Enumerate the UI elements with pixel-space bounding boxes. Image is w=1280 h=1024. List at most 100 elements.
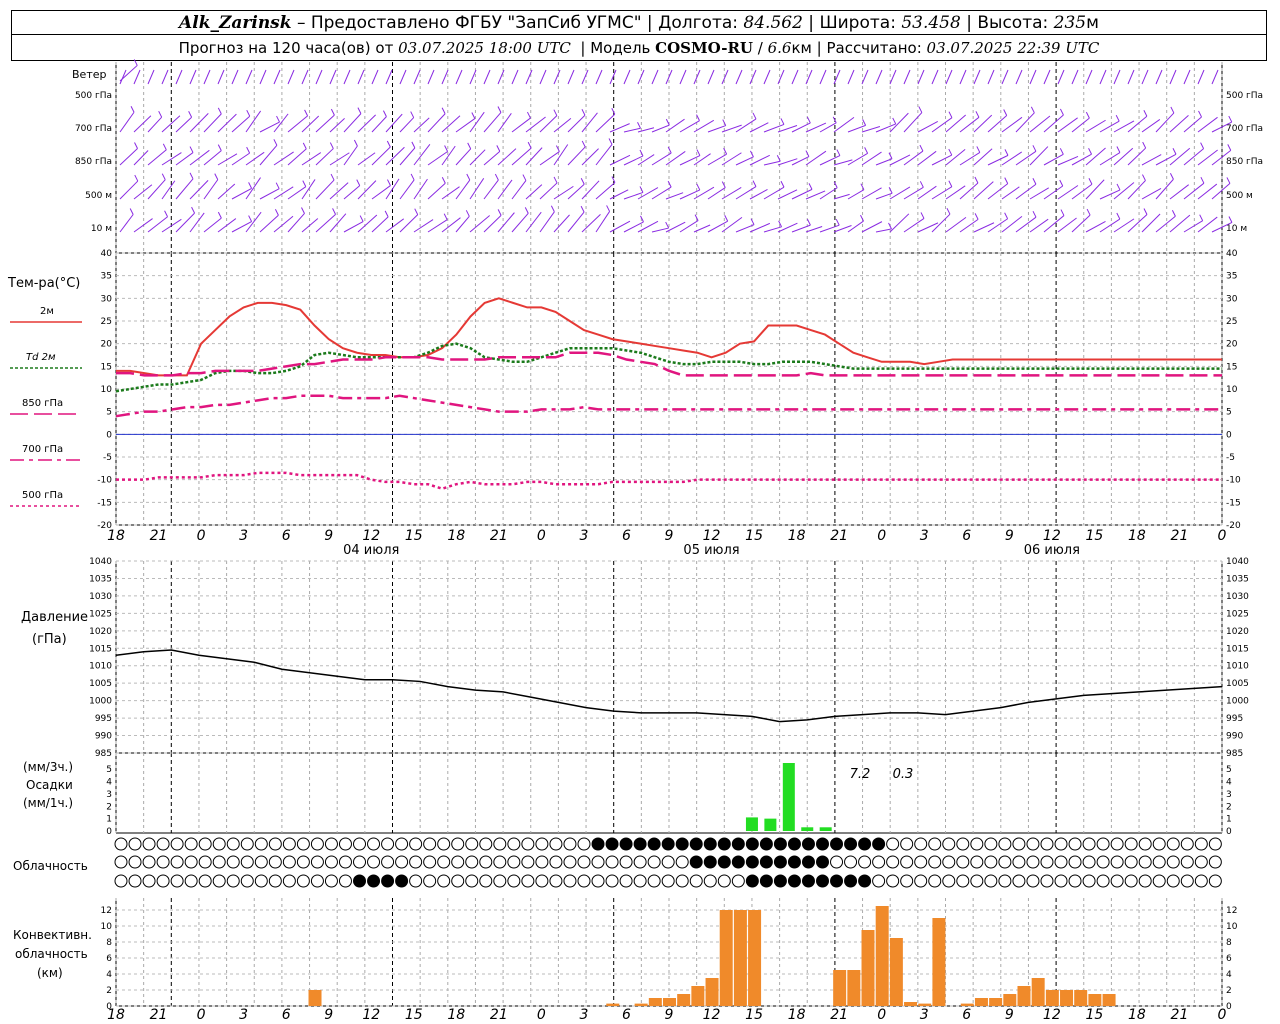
- wind-barb: [623, 69, 631, 85]
- cloud-cover-symbol: [1194, 855, 1208, 869]
- cloud-cover-symbol: [605, 837, 619, 851]
- wind-barb: [567, 183, 585, 200]
- wind-barb: [707, 69, 715, 85]
- wind-barb: [483, 112, 502, 133]
- wind-barb-flag: [526, 111, 531, 119]
- wind-level-label-right: 10 м: [1226, 224, 1247, 234]
- cloud-cover-symbol: [198, 855, 212, 869]
- wind-barb: [385, 69, 393, 85]
- wind-barb: [259, 69, 267, 85]
- conv-bar: [847, 970, 861, 1006]
- wind-barb: [357, 114, 376, 133]
- time-label: 18: [788, 528, 806, 544]
- wind-barb-flag: [274, 209, 279, 216]
- wind-barb: [987, 69, 995, 85]
- cloud-cover-symbol: [268, 855, 282, 869]
- wind-barb-flag: [382, 110, 387, 117]
- conv-bar: [1060, 990, 1074, 1006]
- wind-barb: [399, 147, 416, 166]
- cloud-cover-symbol: [128, 855, 142, 869]
- time-label: 18: [447, 528, 465, 544]
- time-label-bottom: 0: [537, 1007, 546, 1023]
- cloud-cover-symbol: [465, 874, 479, 888]
- cloud-cover-symbol: [1096, 855, 1110, 869]
- cloud-cover-symbol: [801, 837, 815, 851]
- wind-barb-flag: [805, 150, 810, 157]
- cloud-cover-symbol: [549, 855, 563, 869]
- pressure-tick-label: 1020: [89, 627, 112, 637]
- temp-tick-label: 5: [106, 408, 112, 418]
- cloud-cover-symbol: [928, 874, 942, 888]
- wind-barb: [763, 160, 781, 166]
- wind-barb-flag: [608, 138, 613, 145]
- temp-tick-label-right: 10: [1226, 385, 1238, 395]
- wind-barb-flag: [1032, 178, 1037, 185]
- time-label: 3: [920, 528, 929, 544]
- conv-bar: [833, 970, 847, 1006]
- cloud-cover-symbol: [661, 874, 675, 888]
- cloud-cover-symbol: [240, 855, 254, 869]
- wind-barb: [413, 117, 430, 133]
- pressure-tick-label-right: 1040: [1226, 557, 1249, 567]
- wind-barb: [623, 127, 641, 133]
- wind-barb: [651, 69, 659, 85]
- wind-barb-flag: [273, 139, 278, 146]
- cloud-cover-symbol: [198, 874, 212, 888]
- wind-barb-flag: [441, 177, 446, 184]
- cloud-cover-symbol: [493, 837, 507, 851]
- time-label: 0: [197, 528, 206, 544]
- cloud-cover-symbol: [998, 837, 1012, 851]
- cloud-cover-symbol: [1166, 874, 1180, 888]
- wind-barb-flag: [1059, 108, 1064, 116]
- pressure-tick-label: 1015: [89, 644, 112, 654]
- wind-barb: [483, 150, 501, 166]
- wind-barb: [1099, 189, 1121, 200]
- cloud-cover-symbol: [128, 837, 142, 851]
- wind-barb-flag: [974, 176, 979, 184]
- wind-barb: [539, 151, 560, 166]
- cloud-cover-symbol: [998, 855, 1012, 869]
- cloud-cover-symbol: [942, 874, 956, 888]
- wind-barb: [1071, 214, 1091, 233]
- cloud-cover-symbol: [1152, 874, 1166, 888]
- pressure-tick-label-right: 1000: [1226, 697, 1249, 707]
- conv-bar: [719, 910, 733, 1006]
- cloud-cover-symbol: [1068, 855, 1082, 869]
- wind-barb: [357, 180, 377, 200]
- wind-barb: [539, 182, 558, 200]
- wind-barb-flag: [164, 210, 169, 217]
- cloud-cover-symbol: [591, 837, 605, 851]
- wind-barb-flag: [696, 183, 701, 191]
- temp-tick-label: 35: [101, 272, 112, 282]
- precip-tick-label-right: 0: [1226, 827, 1232, 837]
- wind-barb: [749, 69, 757, 85]
- temp-tick-label-right: 0: [1226, 430, 1232, 440]
- conv-bar: [606, 1003, 620, 1006]
- wind-barb: [497, 179, 513, 200]
- cloud-cover-symbol: [759, 874, 773, 888]
- wind-barb: [1197, 216, 1218, 233]
- wind-barb-flag: [1142, 141, 1147, 149]
- conv-bar: [889, 938, 903, 1006]
- time-label: 15: [1085, 528, 1103, 544]
- cloud-cover-symbol: [1040, 855, 1054, 869]
- cloud-cover-symbol: [731, 837, 745, 851]
- cloud-cover-symbol: [226, 837, 240, 851]
- wind-barb: [931, 154, 953, 166]
- wind-barb: [119, 148, 138, 166]
- cloud-cover-symbol: [970, 837, 984, 851]
- cloud-cover-symbol: [633, 874, 647, 888]
- cloud-cover-symbol: [984, 837, 998, 851]
- wind-barb: [595, 69, 603, 85]
- day-label: 05 июля: [683, 543, 739, 558]
- wind-barb: [1043, 69, 1051, 85]
- wind-barb: [609, 189, 629, 200]
- wind-barb-flag: [189, 172, 194, 180]
- wind-barb-flag: [724, 215, 729, 222]
- cloud-cover-symbol: [858, 874, 872, 888]
- conv-tick-label: 12: [101, 906, 112, 916]
- cloud-cover-symbol: [226, 874, 240, 888]
- wind-barb-flag: [581, 140, 586, 148]
- wind-barb: [245, 211, 262, 233]
- wind-barb: [973, 114, 993, 133]
